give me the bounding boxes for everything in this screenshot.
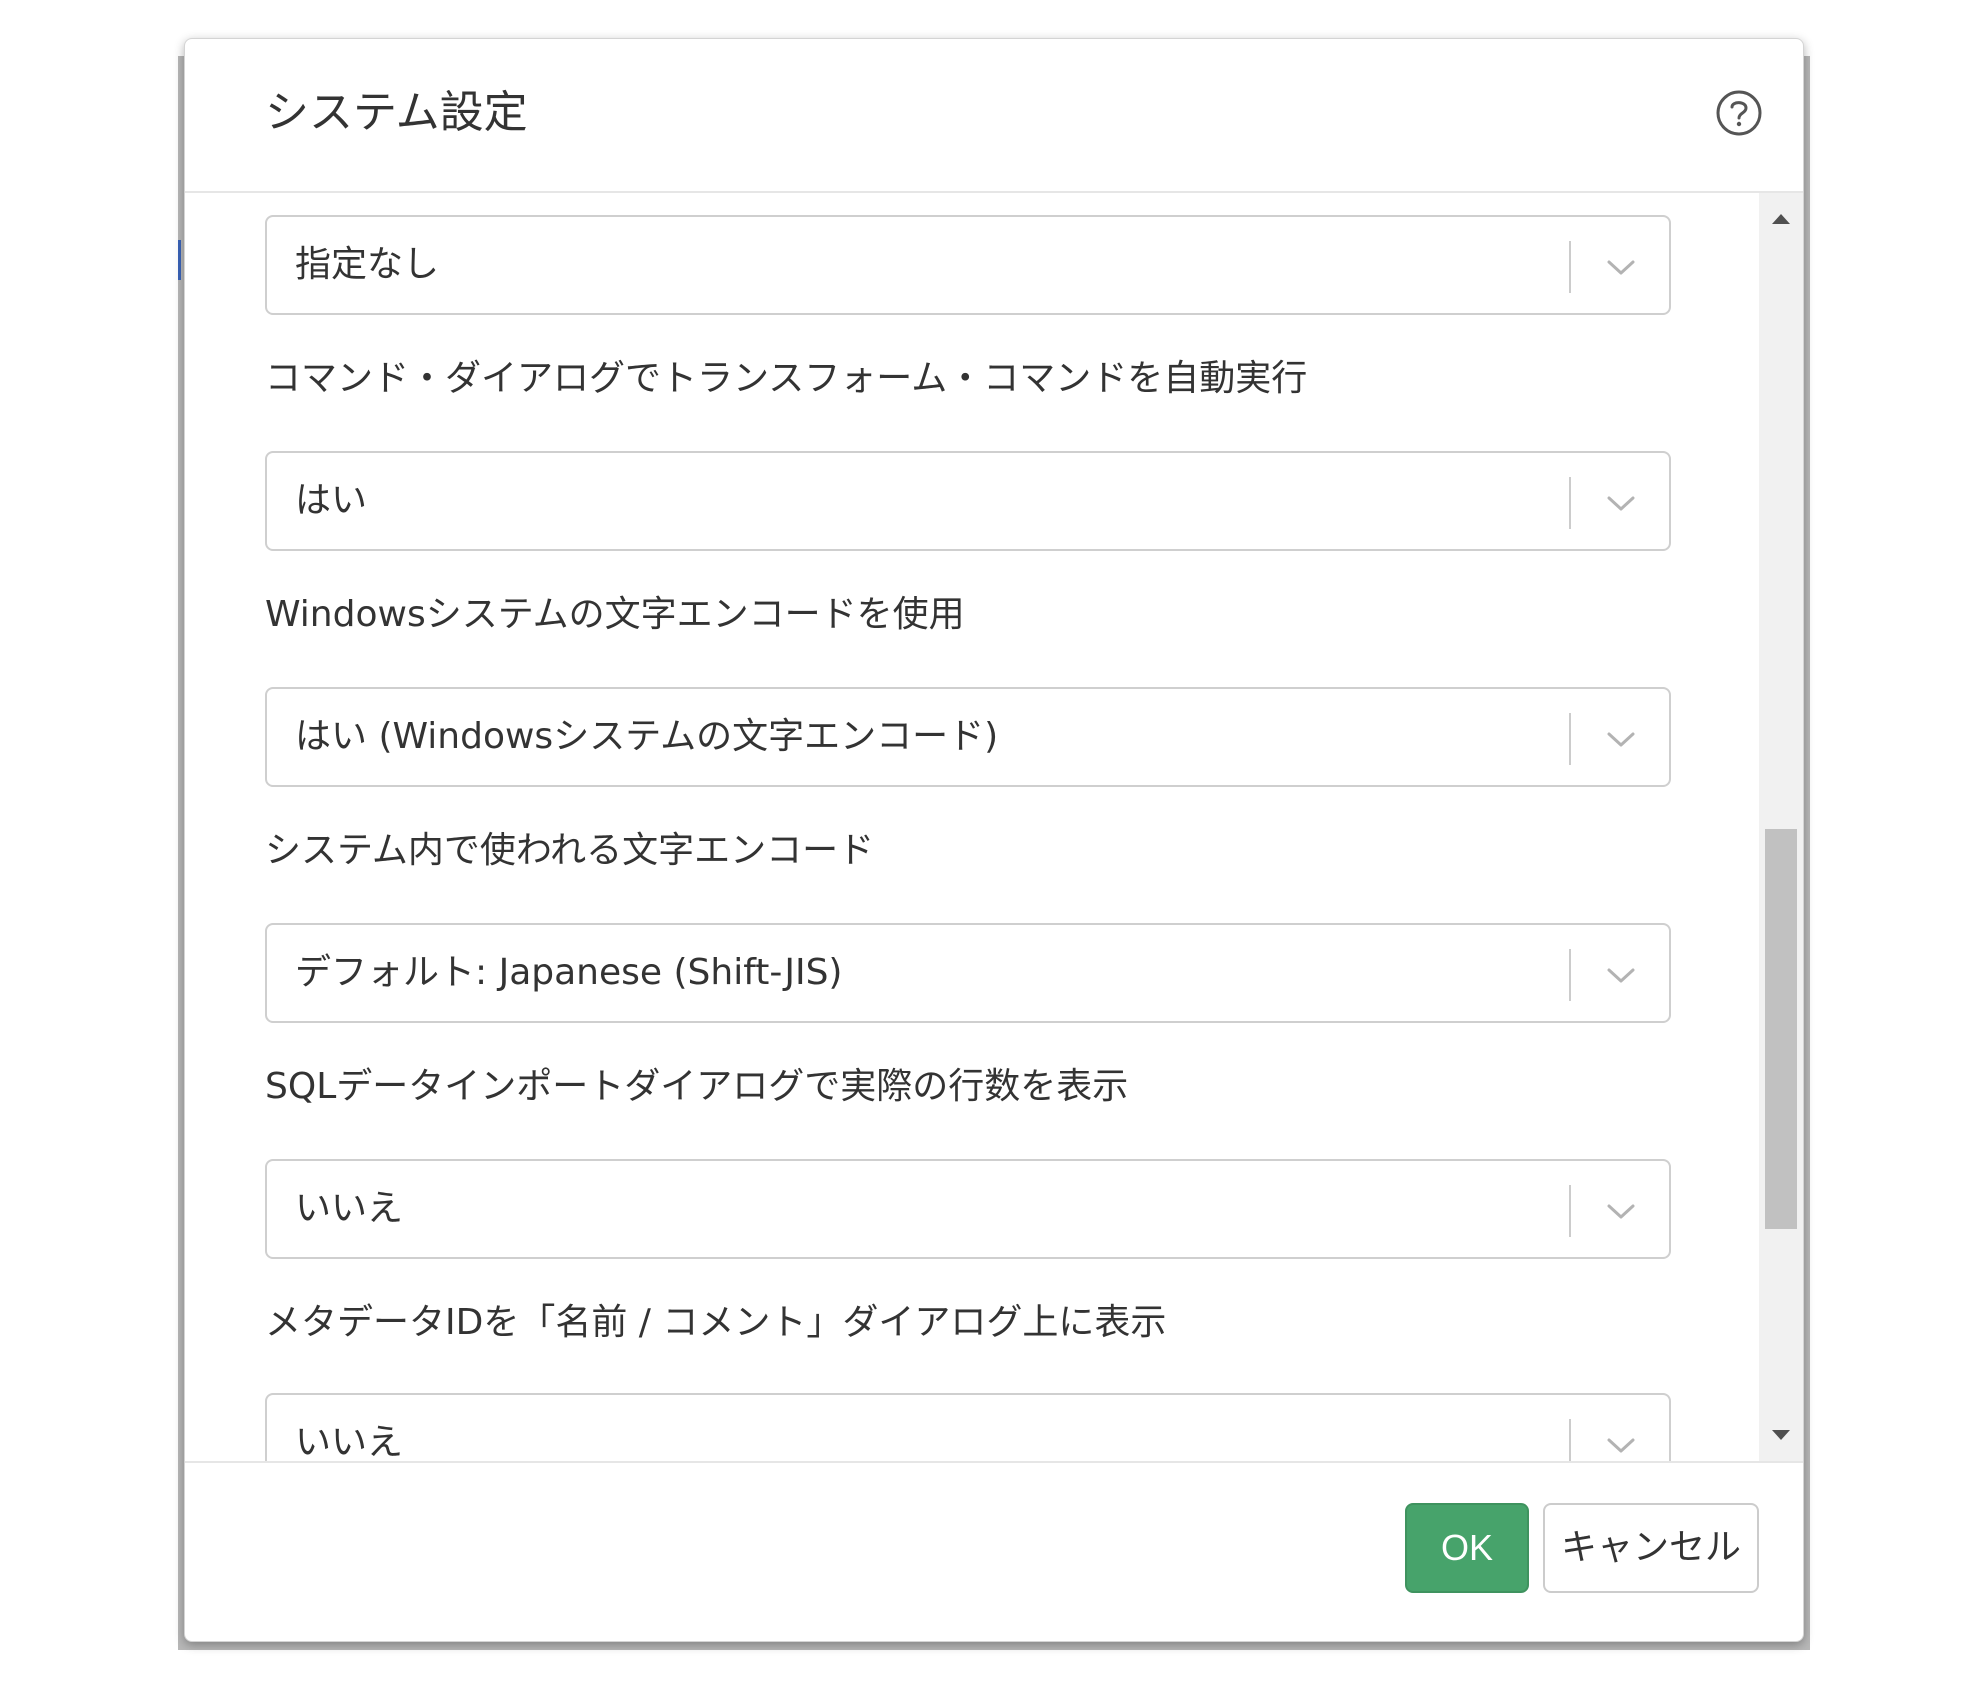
chevron-down-icon bbox=[1603, 961, 1639, 989]
select-divider bbox=[1569, 949, 1571, 1001]
scroll-up-button[interactable] bbox=[1769, 211, 1793, 227]
select-divider bbox=[1569, 241, 1571, 293]
question-circle-icon bbox=[1716, 90, 1762, 136]
dialog-footer: OK キャンセル bbox=[185, 1461, 1803, 1641]
select-divider bbox=[1569, 1419, 1571, 1461]
settings-scroll-area[interactable]: 指定なし コマンド・ダイアログでトランスフォーム・コマンドを自動実行 はい Wi… bbox=[185, 193, 1803, 1461]
select-metadata-id[interactable]: いいえ bbox=[265, 1393, 1671, 1461]
select-sql-row-count[interactable]: いいえ bbox=[265, 1159, 1671, 1259]
scroll-down-button[interactable] bbox=[1769, 1427, 1793, 1443]
setting-label-windows-encoding: Windowsシステムの文字エンコードを使用 bbox=[265, 594, 965, 635]
select-value: デフォルト: Japanese (Shift-JIS) bbox=[295, 952, 843, 993]
setting-label-system-encoding: システム内で使われる文字エンコード bbox=[265, 830, 875, 871]
ok-button[interactable]: OK bbox=[1405, 1503, 1529, 1593]
select-system-encoding[interactable]: デフォルト: Japanese (Shift-JIS) bbox=[265, 923, 1671, 1023]
chevron-down-icon bbox=[1603, 1431, 1639, 1459]
vertical-scrollbar[interactable] bbox=[1759, 193, 1803, 1461]
scrollbar-thumb[interactable] bbox=[1765, 829, 1797, 1229]
help-button[interactable] bbox=[1715, 89, 1763, 137]
select-windows-encoding[interactable]: はい (Windowsシステムの文字エンコード) bbox=[265, 687, 1671, 787]
select-value: はい (Windowsシステムの文字エンコード) bbox=[295, 716, 999, 757]
setting-label-metadata-id: メタデータIDを「名前 / コメント」ダイアログ上に表示 bbox=[265, 1302, 1167, 1343]
background-accent-mark bbox=[178, 240, 181, 280]
select-divider bbox=[1569, 1185, 1571, 1237]
system-settings-dialog: システム設定 指定なし コマンド・ダイアログでトランスフォーム・コマンドを自動実… bbox=[184, 38, 1804, 1642]
select-value: いいえ bbox=[295, 1188, 404, 1229]
select-value: 指定なし bbox=[295, 244, 440, 285]
select-divider bbox=[1569, 713, 1571, 765]
triangle-down-icon bbox=[1772, 1430, 1790, 1440]
select-auto-transform[interactable]: はい bbox=[265, 451, 1671, 551]
chevron-down-icon bbox=[1603, 489, 1639, 517]
dialog-title: システム設定 bbox=[265, 87, 528, 138]
triangle-up-icon bbox=[1772, 214, 1790, 224]
setting-label-sql-row-count: SQLデータインポートダイアログで実際の行数を表示 bbox=[265, 1066, 1129, 1107]
select-divider bbox=[1569, 477, 1571, 529]
cancel-button[interactable]: キャンセル bbox=[1543, 1503, 1759, 1593]
setting-label-auto-transform: コマンド・ダイアログでトランスフォーム・コマンドを自動実行 bbox=[265, 358, 1308, 399]
chevron-down-icon bbox=[1603, 1197, 1639, 1225]
chevron-down-icon bbox=[1603, 725, 1639, 753]
chevron-down-icon bbox=[1603, 253, 1639, 281]
select-setting-0[interactable]: 指定なし bbox=[265, 215, 1671, 315]
select-value: はい bbox=[295, 480, 368, 521]
dialog-header: システム設定 bbox=[185, 39, 1803, 193]
select-value: いいえ bbox=[295, 1422, 404, 1461]
